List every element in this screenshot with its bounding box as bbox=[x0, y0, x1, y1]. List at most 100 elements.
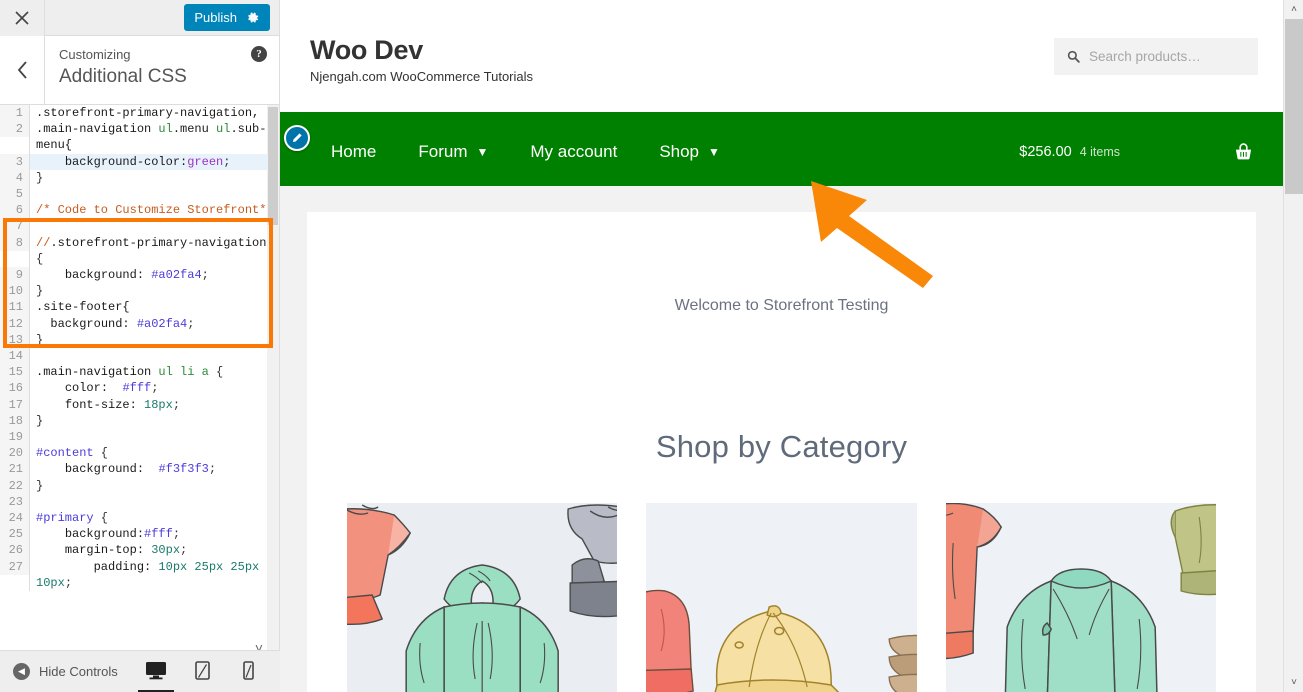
code-text[interactable]: .site-footer{ bbox=[29, 299, 279, 316]
cart-summary[interactable]: $256.00 4 items bbox=[1019, 142, 1253, 162]
site-branding[interactable]: Woo Dev Njengah.com WooCommerce Tutorial… bbox=[310, 34, 533, 84]
line-number: 23 bbox=[0, 493, 29, 511]
code-text[interactable]: /* Code to Customize Storefront*/ bbox=[29, 202, 279, 219]
code-text[interactable] bbox=[29, 218, 279, 235]
code-text[interactable]: background: #a02fa4; bbox=[29, 315, 279, 332]
nav-item-my-account[interactable]: My account bbox=[509, 142, 638, 162]
search-placeholder: Search products… bbox=[1089, 49, 1201, 64]
line-number: 12 bbox=[0, 315, 29, 332]
code-text[interactable]: background-color:green; bbox=[29, 153, 279, 170]
code-text[interactable]: .storefront-primary-navigation, bbox=[29, 105, 279, 122]
code-line[interactable]: 11 .site-footer{ bbox=[0, 299, 279, 316]
code-text[interactable]: //.storefront-primary-navigation { bbox=[29, 234, 279, 268]
pencil-edit-icon[interactable] bbox=[284, 125, 310, 151]
code-line[interactable]: 26 margin-top: 30px; bbox=[0, 542, 279, 559]
welcome-text: Welcome to Storefront Testing bbox=[674, 297, 889, 314]
code-line[interactable]: 3 background-color:green; bbox=[0, 153, 279, 170]
css-code-editor[interactable]: 1 .storefront-primary-navigation, 2 .main-n… bbox=[0, 105, 279, 662]
code-line[interactable]: 24 #primary { bbox=[0, 510, 279, 527]
code-line[interactable]: 15 .main-navigation ul li a { bbox=[0, 364, 279, 381]
code-line[interactable]: 23 bbox=[0, 493, 279, 511]
hoodies-category-image[interactable] bbox=[347, 503, 618, 692]
chevron-down-icon[interactable]: ▼ bbox=[708, 146, 720, 158]
code-text[interactable]: margin-top: 30px; bbox=[29, 542, 279, 559]
code-line[interactable]: 10} bbox=[0, 283, 279, 300]
code-text[interactable] bbox=[29, 429, 279, 446]
tshirts-category-image[interactable] bbox=[945, 503, 1216, 692]
code-line[interactable]: 25 background:#fff; bbox=[0, 526, 279, 543]
code-line[interactable]: 5 bbox=[0, 186, 279, 203]
close-icon[interactable] bbox=[0, 0, 45, 36]
code-line[interactable]: 27 padding: 10px 25px 25px 10px; bbox=[0, 558, 279, 592]
page-scrollbar[interactable]: ˄ ˅ bbox=[1283, 0, 1303, 692]
publish-button[interactable]: Publish bbox=[184, 4, 270, 31]
code-line[interactable]: 19 bbox=[0, 429, 279, 446]
code-text[interactable]: } bbox=[29, 331, 279, 349]
code-line[interactable]: 17 font-size: 18px; bbox=[0, 396, 279, 413]
hide-controls-button[interactable]: ◀ Hide Controls bbox=[13, 663, 118, 680]
code-line[interactable]: 4} bbox=[0, 169, 279, 187]
code-text[interactable] bbox=[29, 493, 279, 511]
code-line[interactable]: 16 color: #fff; bbox=[0, 380, 279, 397]
page-scrollbar-thumb[interactable] bbox=[1285, 19, 1303, 194]
chevron-up-icon[interactable]: ˄ bbox=[1284, 0, 1303, 19]
line-number: 13 bbox=[0, 331, 29, 349]
code-text[interactable]: background: #f3f3f3; bbox=[29, 461, 279, 478]
site-preview-frame[interactable]: Woo Dev Njengah.com WooCommerce Tutorial… bbox=[280, 0, 1283, 692]
code-text[interactable]: padding: 10px 25px 25px 10px; bbox=[29, 558, 279, 592]
code-text[interactable]: font-size: 18px; bbox=[29, 396, 279, 413]
code-text[interactable]: .main-navigation ul li a { bbox=[29, 364, 279, 381]
code-line[interactable]: 12 background: #a02fa4; bbox=[0, 315, 279, 332]
line-number: 20 bbox=[0, 445, 29, 462]
nav-item-home[interactable]: Home bbox=[310, 142, 397, 162]
line-number: 10 bbox=[0, 283, 29, 300]
code-text[interactable]: #primary { bbox=[29, 510, 279, 527]
back-button[interactable] bbox=[0, 36, 45, 104]
help-icon[interactable]: ? bbox=[251, 46, 267, 62]
site-title[interactable]: Woo Dev bbox=[310, 34, 533, 66]
line-number: 26 bbox=[0, 542, 29, 559]
editor-scrollbar[interactable] bbox=[267, 105, 279, 662]
nav-item-label: My account bbox=[530, 142, 618, 161]
caps-category-image[interactable] bbox=[646, 503, 917, 692]
code-text[interactable]: } bbox=[29, 412, 279, 430]
nav-item-shop[interactable]: Shop ▼ bbox=[638, 142, 741, 162]
code-text[interactable]: background: #a02fa4; bbox=[29, 267, 279, 284]
chevron-down-icon[interactable]: ▼ bbox=[476, 146, 488, 158]
code-line[interactable]: 7 bbox=[0, 218, 279, 235]
code-text[interactable]: } bbox=[29, 169, 279, 187]
product-search-field[interactable]: Search products… bbox=[1054, 38, 1258, 75]
editor-scrollbar-thumb[interactable] bbox=[268, 107, 278, 225]
code-line[interactable]: 22} bbox=[0, 477, 279, 494]
content-card: Welcome to Storefront Testing Shop by Ca… bbox=[307, 212, 1256, 692]
device-desktop-button[interactable] bbox=[138, 657, 174, 692]
code-line[interactable]: 8//.storefront-primary-navigation { bbox=[0, 234, 279, 268]
code-line[interactable]: 1 .storefront-primary-navigation, bbox=[0, 105, 279, 122]
device-mobile-button[interactable] bbox=[234, 657, 262, 687]
shopping-basket-icon[interactable] bbox=[1234, 142, 1253, 162]
code-text[interactable]: } bbox=[29, 477, 279, 494]
code-text[interactable] bbox=[29, 348, 279, 365]
chevron-left-circle-icon: ◀ bbox=[13, 663, 30, 680]
code-line[interactable]: 14 bbox=[0, 348, 279, 365]
code-line[interactable]: 13} bbox=[0, 331, 279, 349]
nav-item-forum[interactable]: Forum ▼ bbox=[397, 142, 509, 162]
code-text[interactable]: background:#fff; bbox=[29, 526, 279, 543]
device-tablet-button[interactable] bbox=[188, 657, 216, 687]
site-tagline: Njengah.com WooCommerce Tutorials bbox=[310, 69, 534, 84]
gear-icon[interactable] bbox=[246, 11, 260, 25]
chevron-down-icon[interactable]: ˅ bbox=[1284, 673, 1303, 692]
code-line[interactable]: 20 #content { bbox=[0, 445, 279, 462]
code-text[interactable]: .main-navigation ul.menu ul.sub-menu{ bbox=[29, 121, 279, 154]
code-text[interactable]: #content { bbox=[29, 445, 279, 462]
nav-item-label: Home bbox=[331, 142, 377, 161]
line-number: 24 bbox=[0, 510, 29, 527]
code-line[interactable]: 2 .main-navigation ul.menu ul.sub-menu{ bbox=[0, 121, 279, 154]
code-text[interactable]: color: #fff; bbox=[29, 380, 279, 397]
code-line[interactable]: 6/* Code to Customize Storefront*/ bbox=[0, 202, 279, 219]
code-line[interactable]: 9 background: #a02fa4; bbox=[0, 267, 279, 284]
code-line[interactable]: 21 background: #f3f3f3; bbox=[0, 461, 279, 478]
code-line[interactable]: 18} bbox=[0, 412, 279, 430]
code-text[interactable] bbox=[29, 186, 279, 203]
code-text[interactable]: } bbox=[29, 283, 279, 300]
